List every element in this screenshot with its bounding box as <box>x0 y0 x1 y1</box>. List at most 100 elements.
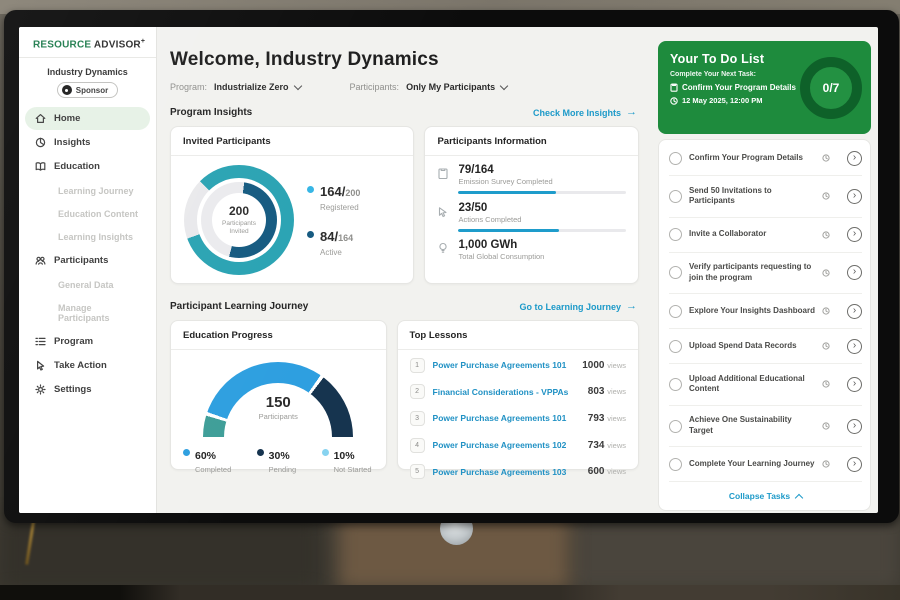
sponsor-icon <box>62 85 72 95</box>
sponsor-badge: Sponsor <box>57 82 118 98</box>
program-icon <box>35 336 46 347</box>
sidebar-nav: Home Insights Education Learning Journey <box>19 107 156 401</box>
clock-icon <box>822 422 830 430</box>
participants-icon <box>35 255 46 266</box>
progress-bar <box>458 191 626 194</box>
task-go-button[interactable]: › <box>847 377 862 392</box>
gauge-center-label: Participants <box>203 412 353 421</box>
sidebar-item-manage-participants[interactable]: Manage Participants <box>25 296 150 329</box>
task-row-achieve-target[interactable]: Achieve One Sustainability Target › <box>669 406 862 448</box>
todo-list-card: Confirm Your Program Details › Send 50 I… <box>658 139 871 511</box>
task-checkbox[interactable] <box>669 190 682 203</box>
sidebar-item-home[interactable]: Home <box>25 107 150 130</box>
todo-summary-card: Your To Do List Complete Your Next Task:… <box>658 41 871 134</box>
survey-icon <box>437 164 450 194</box>
task-row-verify-participants[interactable]: Verify participants requesting to join t… <box>669 253 862 295</box>
sidebar-item-education-content[interactable]: Education Content <box>25 202 150 225</box>
org-name: Industry Dynamics <box>19 67 156 77</box>
monitor-bezel: RESOURCE ADVISOR+ Industry Dynamics Spon… <box>4 10 899 523</box>
todo-panel: Your To Do List Complete Your Next Task:… <box>649 27 878 513</box>
task-checkbox[interactable] <box>669 378 682 391</box>
donut-legend: 164/200 Registered 84/164 Active <box>307 183 360 257</box>
sidebar: RESOURCE ADVISOR+ Industry Dynamics Spon… <box>19 27 157 513</box>
task-checkbox[interactable] <box>669 305 682 318</box>
lesson-row: 4 Power Purchase Agreements 102 734 view… <box>410 432 626 459</box>
sidebar-item-education[interactable]: Education <box>25 155 150 178</box>
learning-cards: Education Progress 150 Participants <box>170 320 639 470</box>
task-go-button[interactable]: › <box>847 227 862 242</box>
brand-secondary: ADVISOR <box>94 39 141 50</box>
sidebar-item-label: Home <box>54 113 80 124</box>
task-row-invite-collaborator[interactable]: Invite a Collaborator › <box>669 218 862 253</box>
gauge-legend: 60% Completed 30% Pending 10% <box>171 437 386 474</box>
task-row-explore-insights[interactable]: Explore Your Insights Dashboard › <box>669 294 862 329</box>
sidebar-item-label: Learning Journey <box>58 186 134 196</box>
check-more-insights-link[interactable]: Check More Insights → <box>533 107 637 118</box>
task-go-button[interactable]: › <box>847 339 862 354</box>
filter-bar: Program: Industrialize Zero Participants… <box>170 82 639 92</box>
education-gauge-chart: 150 Participants <box>203 362 353 437</box>
donut-center-label: Participants Invited <box>213 220 265 237</box>
invited-participants-card: Invited Participants 200 Participants In… <box>170 126 414 284</box>
legend-dot <box>307 186 314 193</box>
background-shadow-left <box>0 518 320 590</box>
task-row-confirm-program[interactable]: Confirm Your Program Details › <box>669 141 862 176</box>
invited-donut-chart: 200 Participants Invited <box>184 165 294 275</box>
lesson-row: 1 Power Purchase Agreements 101 1000 vie… <box>410 352 626 379</box>
background-floor-strip <box>0 585 900 600</box>
program-dropdown[interactable]: Industrialize Zero <box>214 82 301 92</box>
task-checkbox[interactable] <box>669 420 682 433</box>
brand-plus: + <box>141 38 145 45</box>
task-checkbox[interactable] <box>669 228 682 241</box>
sidebar-item-learning-journey[interactable]: Learning Journey <box>25 179 150 202</box>
collapse-tasks-link[interactable]: Collapse Tasks <box>669 482 862 506</box>
todo-title: Your To Do List <box>670 52 796 66</box>
task-go-button[interactable]: › <box>847 457 862 472</box>
chevron-down-icon <box>500 81 508 89</box>
legend-registered: 164/200 Registered <box>307 183 360 212</box>
lesson-rank: 5 <box>410 464 425 479</box>
lesson-link[interactable]: Power Purchase Agreements 102 <box>433 440 580 450</box>
sidebar-item-learning-insights[interactable]: Learning Insights <box>25 225 150 248</box>
legend-dot <box>307 231 314 238</box>
task-checkbox[interactable] <box>669 340 682 353</box>
sidebar-item-program[interactable]: Program <box>25 330 150 353</box>
sidebar-item-take-action[interactable]: Take Action <box>25 354 150 377</box>
brand-primary: RESOURCE <box>33 39 91 50</box>
task-row-complete-learning-journey[interactable]: Complete Your Learning Journey › <box>669 447 862 482</box>
emission-survey-row: 79/164 Emission Survey Completed <box>437 164 626 194</box>
chevron-up-icon <box>795 494 803 502</box>
task-go-button[interactable]: › <box>847 265 862 280</box>
top-lessons-card: Top Lessons 1 Power Purchase Agreements … <box>397 320 639 470</box>
global-consumption-row: 1,000 GWh Total Global Consumption <box>437 239 626 261</box>
sidebar-item-label: Education <box>54 161 100 172</box>
task-go-button[interactable]: › <box>847 151 862 166</box>
task-checkbox[interactable] <box>669 152 682 165</box>
participants-dropdown[interactable]: Only My Participants <box>406 82 507 92</box>
task-go-button[interactable]: › <box>847 304 862 319</box>
participants-dropdown-value: Only My Participants <box>406 82 495 92</box>
sidebar-item-general-data[interactable]: General Data <box>25 273 150 296</box>
task-row-upload-educational-content[interactable]: Upload Additional Educational Content › <box>669 364 862 406</box>
task-row-send-invitations[interactable]: Send 50 Invitations to Participants › <box>669 176 862 218</box>
task-checkbox[interactable] <box>669 458 682 471</box>
lesson-link[interactable]: Power Purchase Agreements 101 <box>433 360 575 370</box>
sidebar-item-insights[interactable]: Insights <box>25 131 150 154</box>
lesson-rank: 4 <box>410 438 425 453</box>
card-title: Invited Participants <box>171 127 413 156</box>
lesson-link[interactable]: Power Purchase Agreements 103 <box>433 467 580 477</box>
task-go-button[interactable]: › <box>847 189 862 204</box>
lesson-link[interactable]: Financial Considerations - VPPAs <box>433 387 580 397</box>
clock-icon <box>822 380 830 388</box>
main-content: Welcome, Industry Dynamics Program: Indu… <box>157 27 649 513</box>
card-title: Top Lessons <box>398 321 638 350</box>
chevron-down-icon <box>293 81 301 89</box>
background-shadow-right <box>570 515 900 590</box>
sidebar-item-participants[interactable]: Participants <box>25 249 150 272</box>
task-row-upload-spend-data[interactable]: Upload Spend Data Records › <box>669 329 862 364</box>
task-checkbox[interactable] <box>669 266 682 279</box>
sidebar-item-settings[interactable]: Settings <box>25 378 150 401</box>
task-go-button[interactable]: › <box>847 419 862 434</box>
lesson-link[interactable]: Power Purchase Agreements 101 <box>433 413 580 423</box>
go-to-learning-journey-link[interactable]: Go to Learning Journey → <box>519 301 637 312</box>
